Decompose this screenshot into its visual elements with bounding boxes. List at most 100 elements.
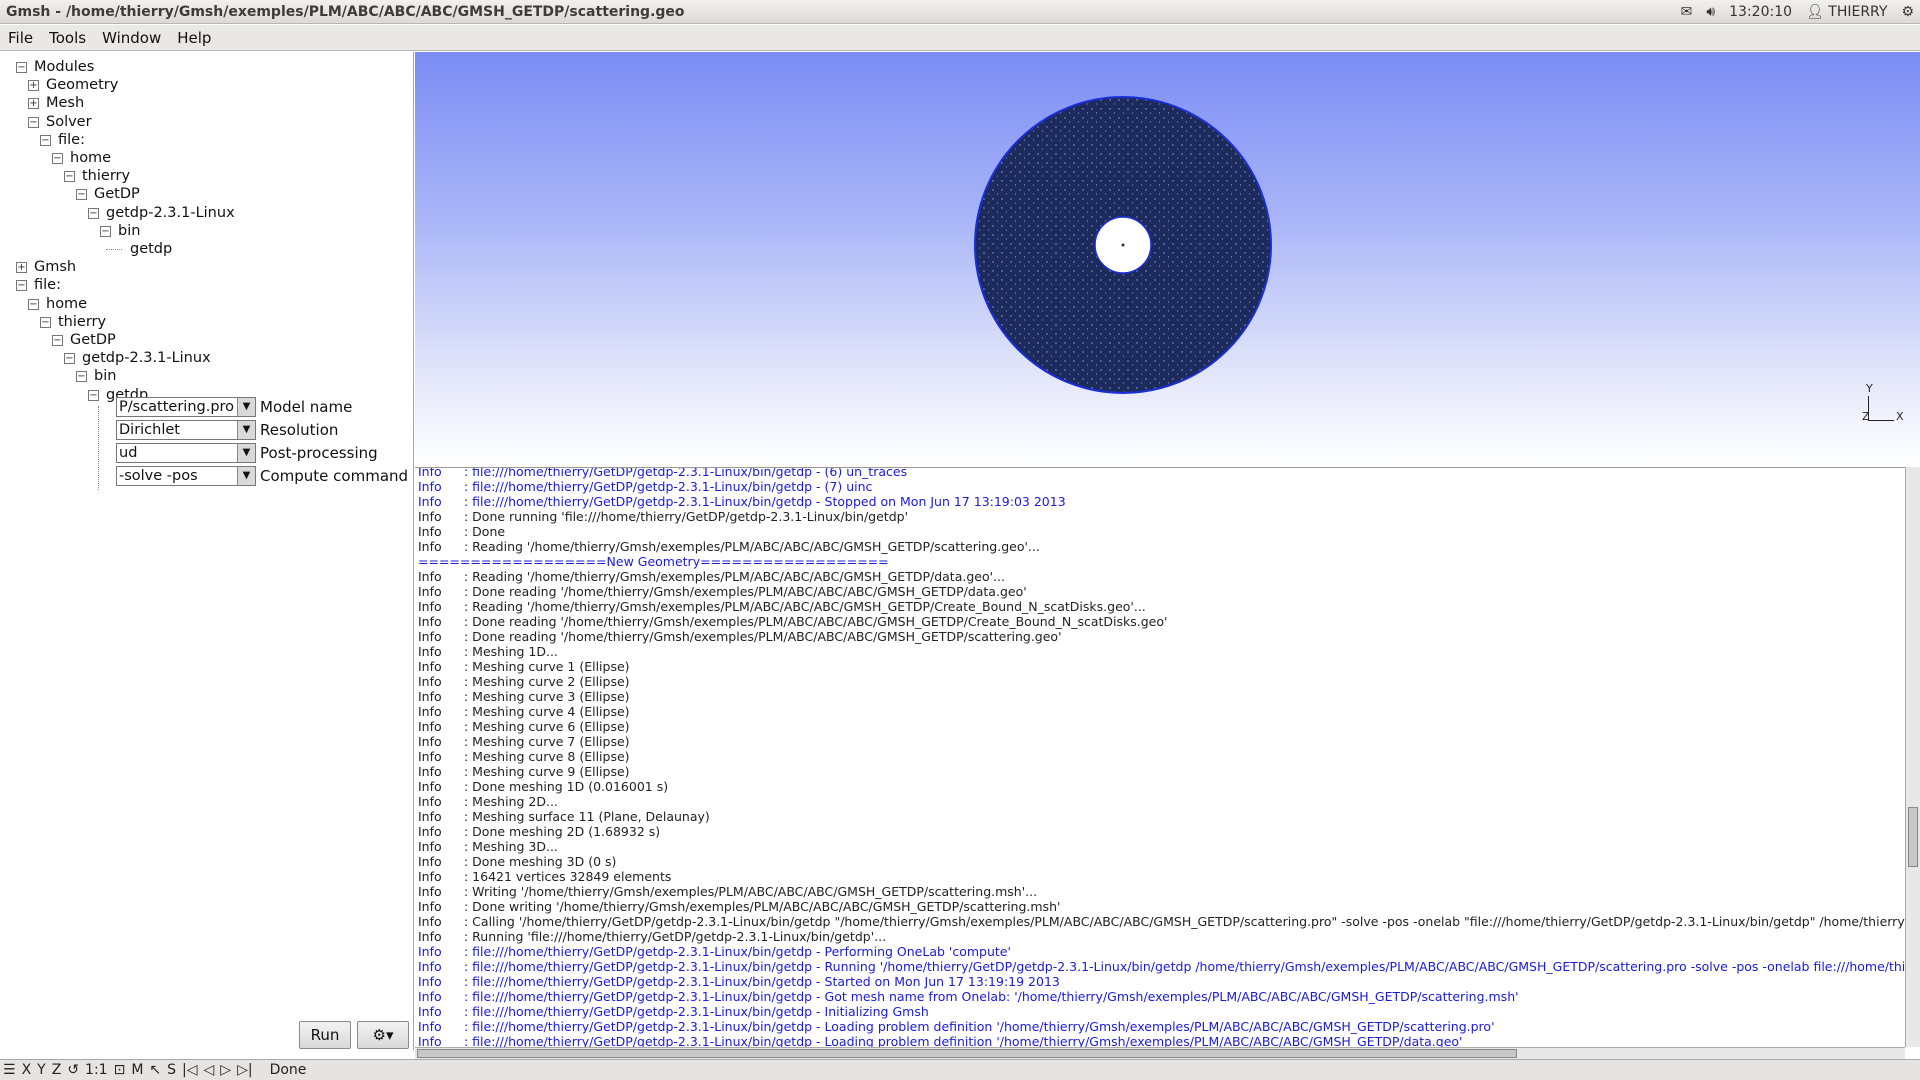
console-line-text: : Done writing '/home/thierry/Gmsh/exemp…	[464, 899, 1061, 914]
user-menu[interactable]: 👤︎ THIERRY	[1806, 4, 1887, 20]
compute-command-select[interactable]: -solve -pos ▼	[116, 466, 256, 486]
console-line-level: Info	[418, 899, 442, 914]
menu-tools[interactable]: Tools	[41, 29, 94, 47]
console-line-level: Info	[418, 674, 442, 689]
console-line-text: : file:///home/thierry/GetDP/getdp-2.3.1…	[464, 959, 1905, 974]
console-line-level: Info	[418, 734, 442, 749]
chevron-down-icon[interactable]: ▼	[237, 398, 255, 416]
mail-icon[interactable]: ✉	[1681, 4, 1693, 20]
console-line-text: : file:///home/thierry/GetDP/getdp-2.3.1…	[464, 944, 1011, 959]
console-line: Info: file:///home/thierry/GetDP/getdp-2…	[415, 1019, 1905, 1034]
statusbar-button[interactable]: S	[164, 1062, 179, 1078]
statusbar-button[interactable]: ⊡	[111, 1062, 129, 1078]
collapse-icon[interactable]: −	[28, 298, 39, 310]
console-line: ==================New Geometry==========…	[415, 554, 1905, 569]
model-name-select[interactable]: P/scattering.pro ▼	[116, 397, 256, 417]
statusbar-button[interactable]: ▷|	[234, 1062, 255, 1078]
statusbar-button[interactable]: ▷	[217, 1062, 234, 1078]
console-line-level: Info	[418, 764, 442, 779]
status-bar: ☰ X Y Z ↺ 1:1 ⊡ M ↖ S |◁ ◁ ▷ ▷| Done	[0, 1059, 1920, 1080]
expand-icon[interactable]: +	[28, 98, 39, 110]
expand-icon[interactable]: +	[16, 262, 27, 274]
console-line: Info: file:///home/thierry/GetDP/getdp-2…	[415, 468, 1905, 479]
tree-node-label: GetDP	[94, 186, 140, 203]
menu-window[interactable]: Window	[94, 29, 169, 47]
center-point	[1121, 243, 1125, 247]
collapse-icon[interactable]: −	[40, 134, 51, 146]
post-processing-select[interactable]: ud ▼	[116, 443, 256, 463]
collapse-icon[interactable]: −	[100, 225, 111, 237]
statusbar-button[interactable]: |◁	[179, 1062, 200, 1078]
console-line: Info: Meshing curve 8 (Ellipse)	[415, 749, 1905, 764]
console-line: Info: Meshing 1D...	[415, 644, 1905, 659]
scroll-thumb[interactable]	[1908, 807, 1918, 867]
resolution-select[interactable]: Dirichlet ▼	[116, 420, 256, 440]
axis-z-label: Z	[1862, 410, 1870, 423]
console-line: Info: Done meshing 2D (1.68932 s)	[415, 824, 1905, 839]
console-line-level: Info	[418, 539, 442, 554]
message-console[interactable]: Info : file:///home/thierry/GetDP/getdp-2…	[415, 467, 1905, 1047]
collapse-icon[interactable]: −	[64, 171, 75, 183]
collapse-icon[interactable]: −	[76, 371, 87, 383]
console-line-level: Info	[418, 704, 442, 719]
menu-file[interactable]: File	[0, 29, 41, 47]
volume-icon[interactable]: 🔊︎	[1706, 4, 1715, 20]
statusbar-button[interactable]: Z	[49, 1062, 65, 1078]
console-line-level: Info	[418, 869, 442, 884]
axis-y-label: Y	[1866, 382, 1873, 395]
console-line: Info: Meshing surface 11 (Plane, Delauna…	[415, 809, 1905, 824]
statusbar-button[interactable]: ◁	[201, 1062, 218, 1078]
console-line-level: Info	[418, 629, 442, 644]
expand-icon[interactable]: +	[28, 80, 39, 92]
statusbar-button[interactable]: Y	[34, 1062, 49, 1078]
console-line: Info: Meshing curve 2 (Ellipse)	[415, 674, 1905, 689]
console-line-text: : file:///home/thierry/GetDP/getdp-2.3.1…	[464, 479, 873, 494]
console-line-text: : Done meshing 2D (1.68932 s)	[464, 824, 661, 839]
menu-toggle-icon[interactable]: ☰	[0, 1062, 19, 1078]
view-buttons: X Y Z ↺ 1:1 ⊡ M ↖ S |◁ ◁ ▷ ▷|	[19, 1062, 256, 1078]
gear-icon[interactable]: ⚙	[1901, 4, 1914, 20]
collapse-icon[interactable]: −	[40, 316, 51, 328]
run-button[interactable]: Run	[299, 1021, 351, 1049]
console-line-text: : Writing '/home/thierry/Gmsh/exemples/P…	[464, 884, 1038, 899]
console-line: Info: Done reading '/home/thierry/Gmsh/e…	[415, 584, 1905, 599]
console-line: Info: Meshing 3D...	[415, 839, 1905, 854]
statusbar-button[interactable]: ↖	[146, 1062, 164, 1078]
console-line: Info: Done	[415, 524, 1905, 539]
statusbar-button[interactable]: ↺	[64, 1062, 82, 1078]
console-line-level: Info	[418, 689, 442, 704]
collapse-icon[interactable]: −	[76, 189, 87, 201]
console-horizontal-scrollbar[interactable]	[415, 1047, 1905, 1059]
tree-node-label: bin	[94, 368, 117, 385]
console-line: Info: file:///home/thierry/GetDP/getdp-2…	[415, 1004, 1905, 1019]
graphics-viewport[interactable]: Y Z X	[415, 52, 1920, 467]
collapse-icon[interactable]: −	[64, 353, 75, 365]
collapse-icon[interactable]: −	[52, 153, 63, 164]
collapse-icon[interactable]: −	[16, 62, 27, 73]
statusbar-button[interactable]: X	[19, 1062, 35, 1078]
chevron-down-icon[interactable]: ▼	[237, 444, 255, 462]
tree-node-label: thierry	[58, 313, 107, 330]
console-line-text: : Meshing curve 8 (Ellipse)	[464, 749, 630, 764]
solver-options-button[interactable]: ⚙▾	[357, 1021, 409, 1049]
collapse-icon[interactable]: −	[88, 207, 99, 219]
chevron-down-icon[interactable]: ▼	[237, 421, 255, 439]
collapse-icon[interactable]: −	[88, 389, 99, 401]
clock[interactable]: 13:20:10	[1729, 4, 1792, 20]
statusbar-button[interactable]: 1:1	[82, 1062, 111, 1078]
console-line: Info: Writing '/home/thierry/Gmsh/exempl…	[415, 884, 1905, 899]
menu-help[interactable]: Help	[169, 29, 219, 47]
scroll-thumb[interactable]	[417, 1049, 1517, 1058]
console-line-level: Info	[418, 959, 442, 974]
console-line: Info : Done writing '/home/thierry/Gmsh/e…	[415, 899, 1905, 914]
console-vertical-scrollbar[interactable]	[1905, 467, 1920, 1047]
console-line-text: : Meshing 2D...	[464, 794, 558, 809]
chevron-down-icon[interactable]: ▼	[237, 467, 255, 485]
console-line-level: Info	[418, 479, 442, 494]
statusbar-button[interactable]: M	[128, 1062, 146, 1078]
collapse-icon[interactable]: −	[16, 280, 27, 292]
collapse-icon[interactable]: −	[28, 116, 39, 128]
collapse-icon[interactable]: −	[52, 335, 63, 346]
console-line: Info: file:///home/thierry/GetDP/getdp-2…	[415, 1034, 1905, 1047]
axis-x-line	[1868, 420, 1894, 421]
